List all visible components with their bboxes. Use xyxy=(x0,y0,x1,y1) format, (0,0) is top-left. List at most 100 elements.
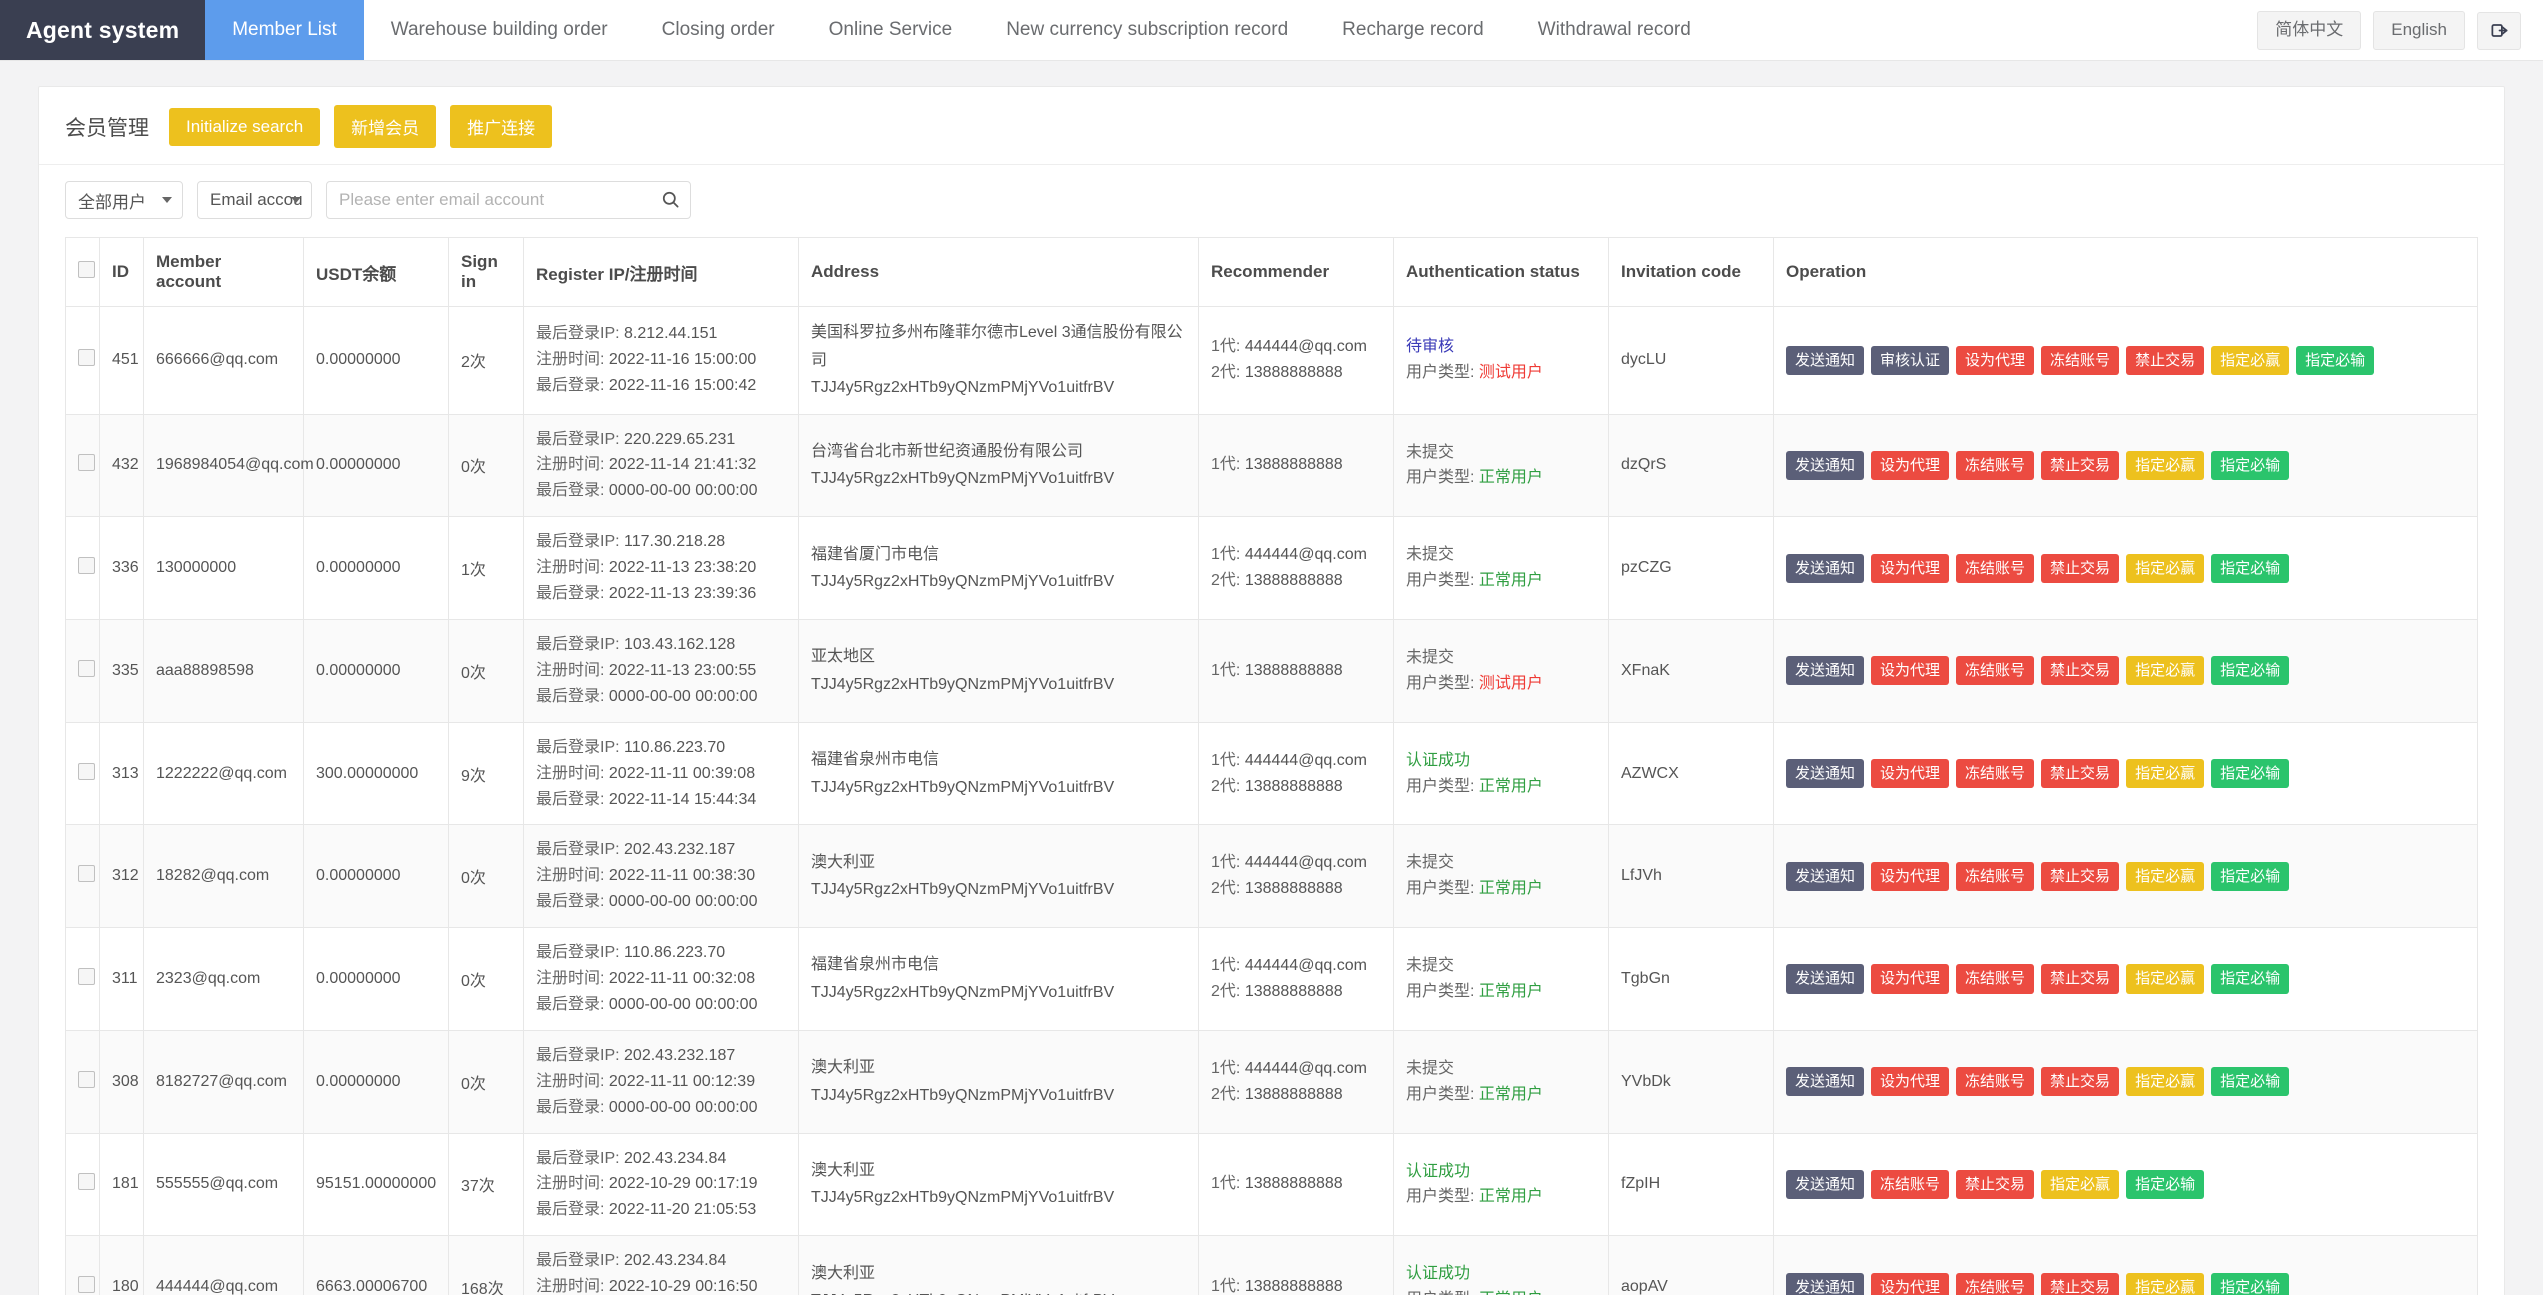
force-lose-button[interactable]: 指定必输 xyxy=(2211,450,2290,481)
force-win-button[interactable]: 指定必赢 xyxy=(2126,1067,2205,1097)
force-win-button[interactable]: 指定必赢 xyxy=(2126,758,2205,789)
row-checkbox[interactable] xyxy=(78,1173,95,1191)
send-notification-button[interactable]: 发送通知 xyxy=(1786,553,1865,583)
row-checkbox[interactable] xyxy=(78,1276,95,1294)
force-lose-button[interactable]: 指定必输 xyxy=(2211,1067,2290,1097)
ban-trading-button[interactable]: 禁止交易 xyxy=(1956,1169,2035,1200)
nav-item-withdrawal-record[interactable]: Withdrawal record xyxy=(1511,0,1718,60)
ban-trading-button[interactable]: 禁止交易 xyxy=(2041,964,2120,994)
force-win-button[interactable]: 指定必赢 xyxy=(2126,861,2205,891)
column-invitation-code[interactable]: Invitation code xyxy=(1608,237,1774,307)
add-member-button[interactable]: 新增会员 xyxy=(334,105,437,148)
force-lose-button[interactable]: 指定必输 xyxy=(2296,345,2375,375)
force-lose-button[interactable]: 指定必输 xyxy=(2211,861,2290,891)
freeze-account-button[interactable]: 冻结账号 xyxy=(2041,345,2120,375)
send-notification-button[interactable]: 发送通知 xyxy=(1786,1169,1865,1200)
nav-item-new-currency-subscription-record[interactable]: New currency subscription record xyxy=(979,0,1315,60)
select-all-checkbox[interactable] xyxy=(78,261,95,278)
set-as-agent-button[interactable]: 设为代理 xyxy=(1871,861,1950,891)
force-lose-button[interactable]: 指定必输 xyxy=(2211,553,2290,583)
row-checkbox[interactable] xyxy=(78,1070,95,1088)
force-lose-button[interactable]: 指定必输 xyxy=(2126,1169,2205,1200)
nav-item-warehouse-building-order[interactable]: Warehouse building order xyxy=(364,0,635,60)
search-field-select[interactable]: Email accou xyxy=(197,181,312,219)
send-notification-button[interactable]: 发送通知 xyxy=(1786,964,1865,994)
column-address[interactable]: Address xyxy=(798,237,1199,307)
ban-trading-button[interactable]: 禁止交易 xyxy=(2041,656,2120,686)
search-icon[interactable] xyxy=(661,190,680,209)
ban-trading-button[interactable]: 禁止交易 xyxy=(2041,1067,2120,1097)
column-recommender[interactable]: Recommender xyxy=(1198,237,1394,307)
row-checkbox[interactable] xyxy=(78,454,95,472)
force-win-button[interactable]: 指定必赢 xyxy=(2041,1169,2120,1200)
send-notification-button[interactable]: 发送通知 xyxy=(1786,1272,1865,1295)
set-as-agent-button[interactable]: 设为代理 xyxy=(1871,1067,1950,1097)
column-register-ip[interactable]: Register IP/注册时间 xyxy=(523,237,799,307)
row-checkbox[interactable] xyxy=(78,762,95,780)
send-notification-button[interactable]: 发送通知 xyxy=(1786,861,1865,891)
row-checkbox[interactable] xyxy=(78,659,95,677)
lang-zh-button[interactable]: 简体中文 xyxy=(2257,11,2362,50)
send-notification-button[interactable]: 发送通知 xyxy=(1786,345,1865,375)
set-as-agent-button[interactable]: 设为代理 xyxy=(1871,553,1950,583)
force-win-button[interactable]: 指定必赢 xyxy=(2211,345,2290,375)
column-authentication-status[interactable]: Authentication status xyxy=(1393,237,1609,307)
ban-trading-button[interactable]: 禁止交易 xyxy=(2041,758,2120,789)
initialize-search-button[interactable]: Initialize search xyxy=(169,107,321,146)
set-as-agent-button[interactable]: 设为代理 xyxy=(1956,345,2035,375)
user-type-value: 正常用户 xyxy=(1478,983,1543,1000)
freeze-account-button[interactable]: 冻结账号 xyxy=(1956,1272,2035,1295)
force-win-button[interactable]: 指定必赢 xyxy=(2126,656,2205,686)
freeze-account-button[interactable]: 冻结账号 xyxy=(1956,861,2035,891)
nav-item-member-list[interactable]: Member List xyxy=(205,0,364,60)
ban-trading-button[interactable]: 禁止交易 xyxy=(2041,861,2120,891)
lang-en-button[interactable]: English xyxy=(2373,11,2465,50)
ban-trading-button[interactable]: 禁止交易 xyxy=(2041,1272,2120,1295)
set-as-agent-button[interactable]: 设为代理 xyxy=(1871,1272,1950,1295)
row-checkbox[interactable] xyxy=(78,968,95,985)
nav-item-closing-order[interactable]: Closing order xyxy=(635,0,802,60)
force-lose-button[interactable]: 指定必输 xyxy=(2211,758,2290,789)
send-notification-button[interactable]: 发送通知 xyxy=(1786,1067,1865,1097)
set-as-agent-button[interactable]: 设为代理 xyxy=(1871,758,1950,789)
freeze-account-button[interactable]: 冻结账号 xyxy=(1956,964,2035,994)
ban-trading-button[interactable]: 禁止交易 xyxy=(2041,553,2120,583)
freeze-account-button[interactable]: 冻结账号 xyxy=(1956,553,2035,583)
column-operation[interactable]: Operation xyxy=(1773,237,2478,307)
column-sign-in[interactable]: Sign in xyxy=(448,237,524,307)
ban-trading-button[interactable]: 禁止交易 xyxy=(2041,450,2120,481)
row-checkbox[interactable] xyxy=(78,349,95,367)
user-type-select[interactable]: 全部用户 xyxy=(65,181,183,219)
freeze-account-button[interactable]: 冻结账号 xyxy=(1956,1067,2035,1097)
cell-operation: 发送通知 设为代理 冻结账号 禁止交易 指定必赢 指定必输 xyxy=(1773,413,2478,518)
send-notification-button[interactable]: 发送通知 xyxy=(1786,758,1865,789)
send-notification-button[interactable]: 发送通知 xyxy=(1786,450,1865,481)
force-win-button[interactable]: 指定必赢 xyxy=(2126,964,2205,994)
nav-item-online-service[interactable]: Online Service xyxy=(802,0,980,60)
set-as-agent-button[interactable]: 设为代理 xyxy=(1871,964,1950,994)
column-id[interactable]: ID xyxy=(99,237,144,307)
logout-icon[interactable] xyxy=(2477,11,2521,50)
nav-item-recharge-record[interactable]: Recharge record xyxy=(1315,0,1511,60)
force-win-button[interactable]: 指定必赢 xyxy=(2126,553,2205,583)
freeze-account-button[interactable]: 冻结账号 xyxy=(1956,656,2035,686)
force-win-button[interactable]: 指定必赢 xyxy=(2126,1272,2205,1295)
force-win-button[interactable]: 指定必赢 xyxy=(2126,450,2205,481)
set-as-agent-button[interactable]: 设为代理 xyxy=(1871,656,1950,686)
promotion-link-button[interactable]: 推广连接 xyxy=(450,105,553,148)
search-input[interactable] xyxy=(326,181,691,219)
send-notification-button[interactable]: 发送通知 xyxy=(1786,656,1865,686)
row-checkbox[interactable] xyxy=(78,865,95,883)
column-member-account[interactable]: Member account xyxy=(143,237,304,307)
force-lose-button[interactable]: 指定必输 xyxy=(2211,1272,2290,1295)
freeze-account-button[interactable]: 冻结账号 xyxy=(1871,1169,1950,1200)
set-as-agent-button[interactable]: 设为代理 xyxy=(1871,450,1950,481)
column-usdt-balance[interactable]: USDT余额 xyxy=(303,237,449,307)
ban-trading-button[interactable]: 禁止交易 xyxy=(2126,345,2205,375)
freeze-account-button[interactable]: 冻结账号 xyxy=(1956,758,2035,789)
review-authentication-button[interactable]: 审核认证 xyxy=(1871,345,1950,375)
force-lose-button[interactable]: 指定必输 xyxy=(2211,656,2290,686)
force-lose-button[interactable]: 指定必输 xyxy=(2211,964,2290,994)
freeze-account-button[interactable]: 冻结账号 xyxy=(1956,450,2035,481)
row-checkbox[interactable] xyxy=(78,557,95,575)
